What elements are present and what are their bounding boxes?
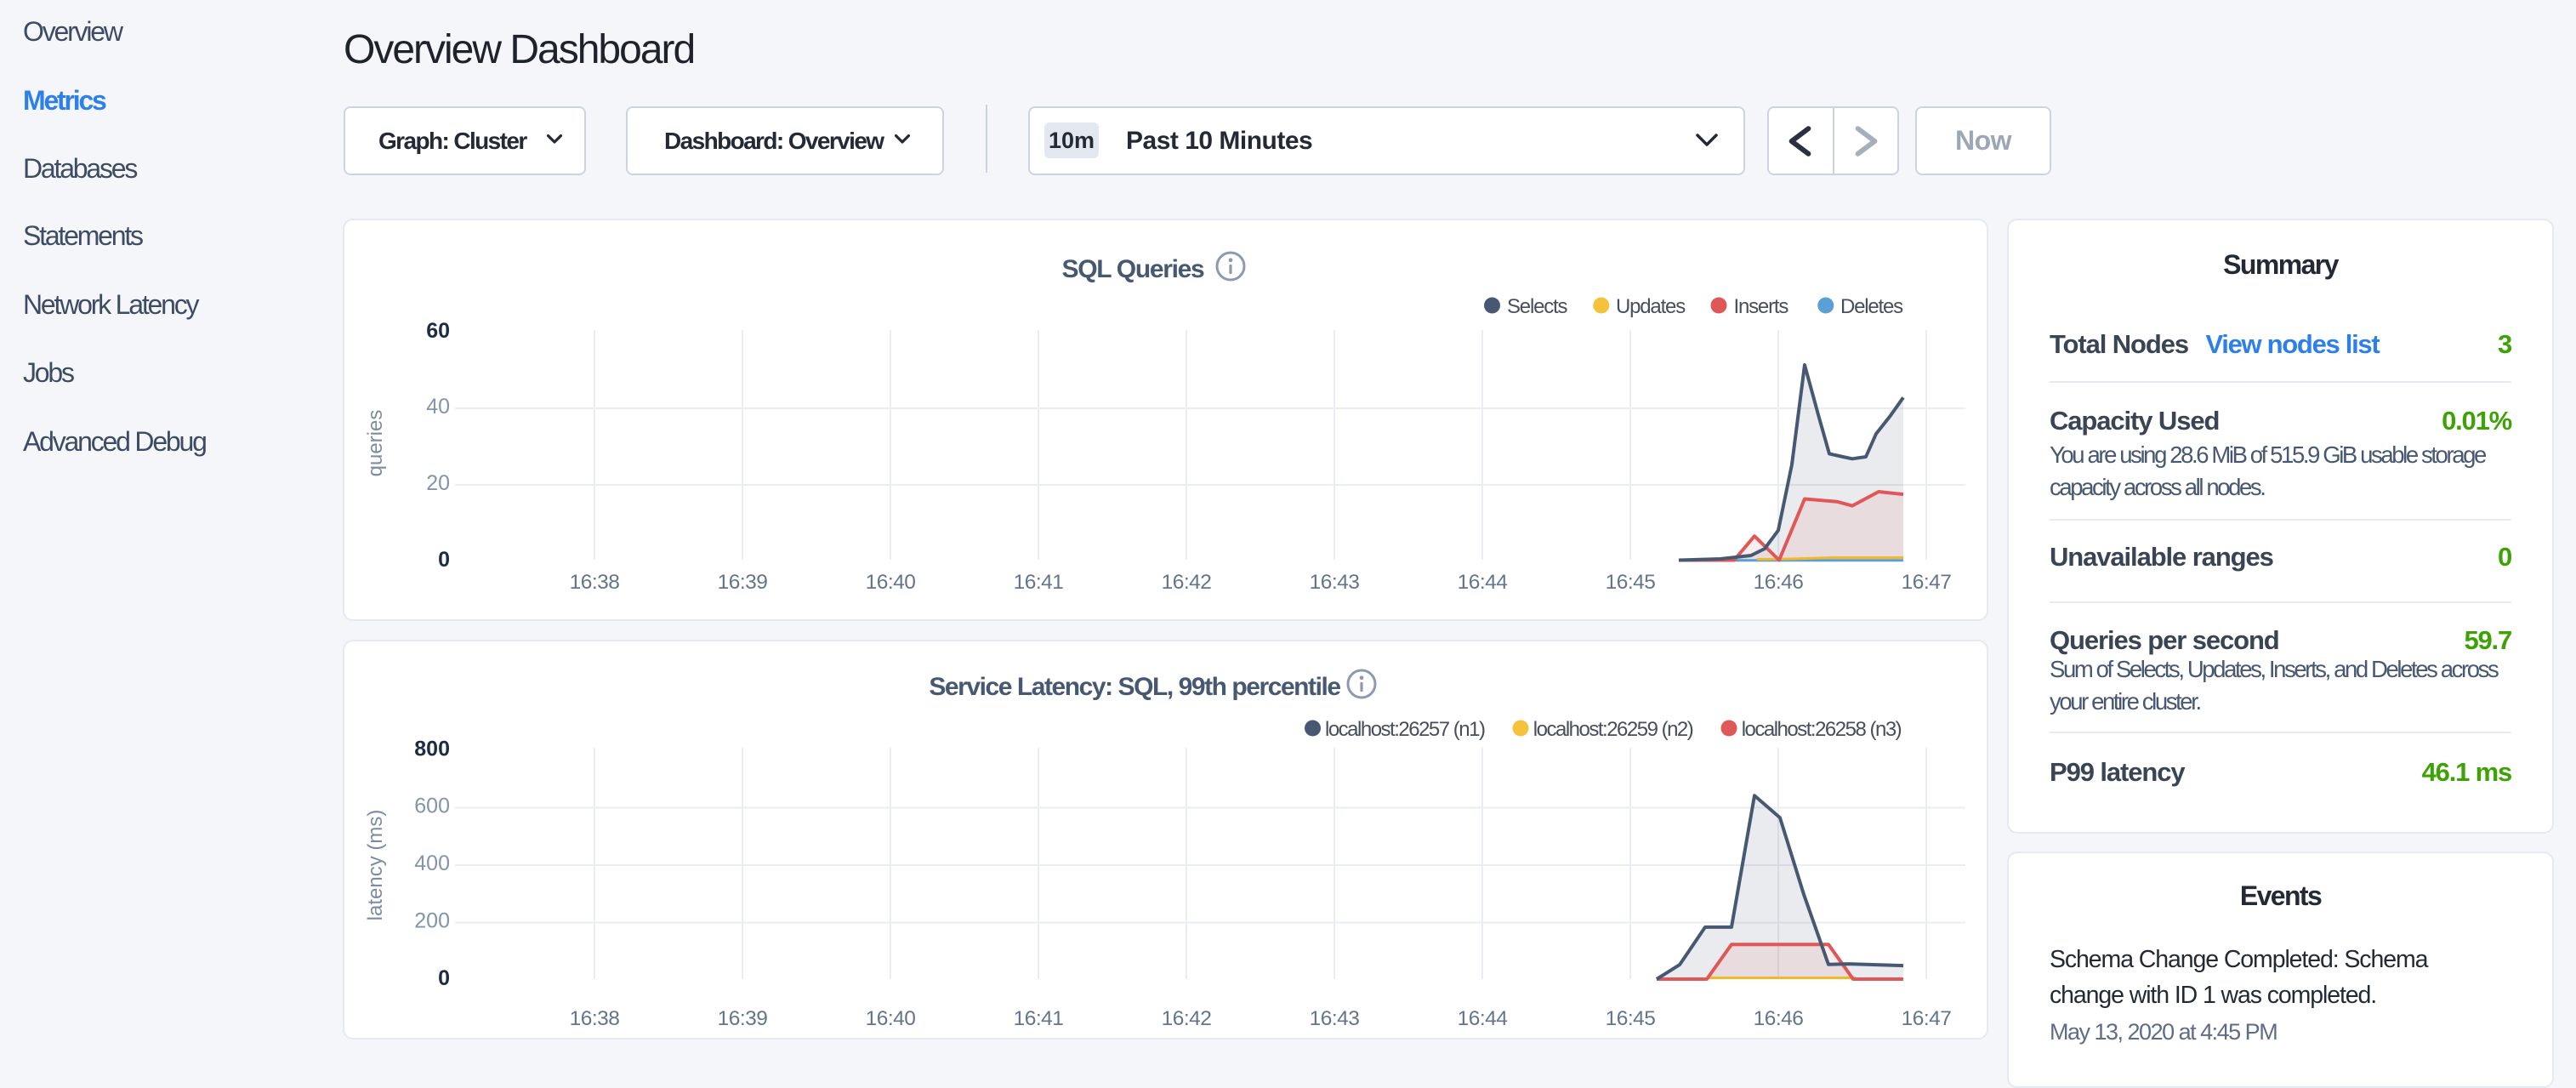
svg-text:0: 0 (438, 548, 450, 572)
svg-text:16:42: 16:42 (1162, 571, 1212, 594)
svg-text:queries: queries (364, 410, 387, 477)
svg-text:Inserts: Inserts (1734, 295, 1789, 318)
svg-text:16:45: 16:45 (1606, 571, 1656, 594)
svg-text:16:43: 16:43 (1310, 1007, 1360, 1030)
svg-text:localhost:26259 (n2): localhost:26259 (n2) (1533, 718, 1693, 741)
svg-text:16:43: 16:43 (1310, 571, 1360, 594)
svg-text:Deletes: Deletes (1840, 295, 1903, 318)
svg-text:16:47: 16:47 (1902, 1007, 1952, 1030)
svg-text:SQL Queries: SQL Queries (1062, 255, 1205, 283)
svg-text:Service Latency: SQL, 99th per: Service Latency: SQL, 99th percentile (929, 673, 1340, 701)
svg-text:16:44: 16:44 (1458, 1007, 1508, 1030)
svg-text:16:40: 16:40 (866, 1007, 916, 1030)
svg-text:latency (ms): latency (ms) (364, 810, 387, 921)
svg-text:400: 400 (414, 852, 450, 875)
svg-text:localhost:26258 (n3): localhost:26258 (n3) (1742, 718, 1902, 741)
svg-text:40: 40 (426, 395, 450, 419)
svg-text:16:38: 16:38 (570, 1007, 620, 1030)
svg-text:200: 200 (414, 909, 450, 933)
svg-text:16:46: 16:46 (1754, 1007, 1804, 1030)
svg-text:800: 800 (414, 738, 450, 761)
svg-text:16:41: 16:41 (1014, 571, 1064, 594)
svg-text:600: 600 (414, 795, 450, 818)
svg-text:16:42: 16:42 (1162, 1007, 1212, 1030)
svg-text:0: 0 (438, 966, 450, 990)
svg-text:16:38: 16:38 (570, 571, 620, 594)
svg-text:16:44: 16:44 (1458, 571, 1508, 594)
svg-text:Updates: Updates (1616, 295, 1686, 318)
svg-text:16:39: 16:39 (718, 1007, 768, 1030)
svg-text:16:47: 16:47 (1902, 571, 1952, 594)
svg-text:16:46: 16:46 (1754, 571, 1804, 594)
svg-text:20: 20 (426, 471, 450, 495)
svg-text:16:39: 16:39 (718, 571, 768, 594)
svg-text:60: 60 (426, 319, 450, 343)
svg-text:16:40: 16:40 (866, 571, 916, 594)
svg-text:localhost:26257 (n1): localhost:26257 (n1) (1325, 718, 1485, 741)
svg-text:16:45: 16:45 (1606, 1007, 1656, 1030)
svg-text:16:41: 16:41 (1014, 1007, 1064, 1030)
svg-text:Selects: Selects (1507, 295, 1568, 318)
